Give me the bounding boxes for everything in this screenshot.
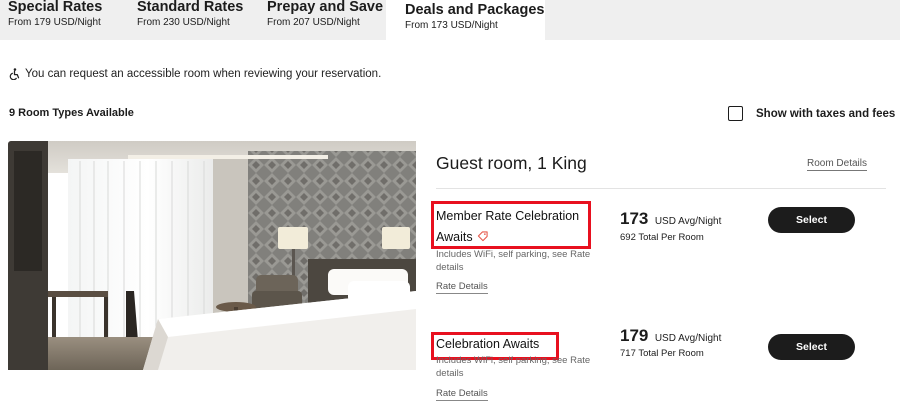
rate-details-link[interactable]: Rate Details	[436, 388, 488, 401]
tab-deals-and-packages[interactable]: Deals and Packages From 173 USD/Night	[386, 0, 545, 40]
room-photo-image	[8, 141, 416, 370]
tab-title: Special Rates	[8, 0, 103, 15]
rate-name-line1: Member Rate Celebration	[436, 209, 580, 223]
room-title: Guest room, 1 King	[436, 153, 587, 173]
total-price: 717 Total Per Room	[620, 348, 704, 359]
room-photo[interactable]	[8, 141, 416, 370]
room-details-panel: Guest room, 1 King Room Details Member R…	[416, 141, 886, 415]
tab-title: Standard Rates	[137, 0, 244, 15]
tab-title: Deals and Packages	[405, 2, 545, 18]
rate-name: Member Rate Celebration Awaits	[436, 206, 586, 248]
tab-subtitle: From 207 USD/Night	[267, 17, 360, 28]
rate-name-line1: Celebration Awaits	[436, 337, 540, 351]
room-details-link[interactable]: Room Details	[806, 158, 867, 171]
price-unit: USD Avg/Night	[654, 216, 722, 227]
wheelchair-icon	[9, 68, 20, 80]
accessible-note: You can request an accessible room when …	[9, 67, 381, 81]
rate-name-line2: Awaits	[436, 230, 473, 244]
room-card: Guest room, 1 King Room Details Member R…	[8, 141, 886, 415]
taxes-fees-label: Show with taxes and fees	[756, 107, 896, 120]
room-types-count: 9 Room Types Available	[9, 107, 134, 119]
tab-special-rates[interactable]: Special Rates From 179 USD/Night	[0, 0, 128, 40]
accessible-note-text: You can request an accessible room when …	[25, 68, 382, 80]
tab-title: Prepay and Save	[267, 0, 384, 15]
tab-subtitle: From 179 USD/Night	[8, 17, 101, 28]
tab-prepay-and-save[interactable]: Prepay and Save From 207 USD/Night	[258, 0, 386, 40]
rate-description: Includes WiFi, self parking, see Rate de…	[436, 249, 591, 273]
rate-tabs: Special Rates From 179 USD/Night Standar…	[0, 0, 900, 40]
rate-name: Celebration Awaits	[436, 334, 586, 355]
rate-details-link[interactable]: Rate Details	[436, 281, 488, 294]
tag-icon	[477, 231, 488, 242]
taxes-fees-checkbox[interactable]	[728, 106, 743, 121]
select-button[interactable]: Select	[768, 207, 855, 233]
taxes-fees-toggle[interactable]: Show with taxes and fees	[728, 106, 895, 121]
divider	[436, 188, 886, 189]
price-amount: 179	[620, 326, 649, 345]
price-unit: USD Avg/Night	[654, 333, 722, 344]
select-button[interactable]: Select	[768, 334, 855, 360]
tab-subtitle: From 230 USD/Night	[137, 17, 230, 28]
tab-standard-rates[interactable]: Standard Rates From 230 USD/Night	[128, 0, 258, 40]
rate-price: 173 USD Avg/Night	[620, 209, 721, 229]
rate-price: 179 USD Avg/Night	[620, 326, 721, 346]
price-amount: 173	[620, 209, 649, 228]
tab-subtitle: From 173 USD/Night	[405, 20, 498, 31]
total-price: 692 Total Per Room	[620, 232, 704, 243]
rate-description: Includes WiFi, self parking, see Rate de…	[436, 355, 591, 379]
